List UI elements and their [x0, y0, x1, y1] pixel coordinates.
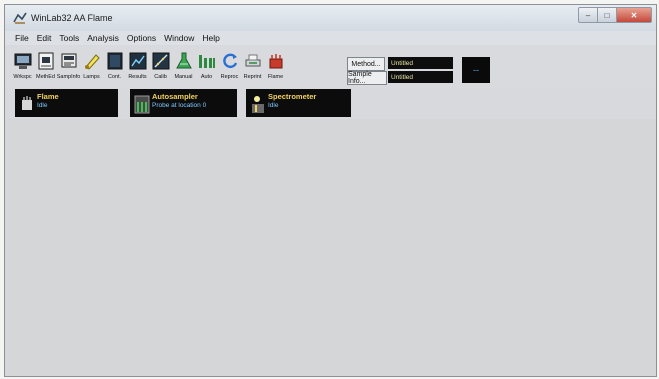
autosampler-status-title: Autosampler: [152, 92, 198, 101]
flame-status-text: Idle: [37, 102, 48, 109]
run-status-box: --: [462, 57, 490, 83]
toolbar: Wrkspc MethEd SampInfo Lamps Cont. Resul…: [5, 46, 656, 88]
lamps-icon: [84, 54, 100, 70]
calibration-icon: [152, 52, 169, 70]
maximize-button[interactable]: □: [598, 7, 617, 23]
window-title: WinLab32 AA Flame: [31, 13, 113, 23]
results-icon: [129, 52, 146, 70]
toolbar-reprint-button[interactable]: Reprint: [241, 50, 264, 86]
toolbar-auto-button[interactable]: Auto: [195, 50, 218, 86]
auto-icon: [198, 55, 215, 68]
toolbar-manual-button[interactable]: Manual: [172, 50, 195, 86]
toolbar-results-label: Results: [128, 74, 147, 80]
spectrometer-icon: [252, 96, 264, 113]
menu-file[interactable]: File: [11, 33, 33, 43]
flame-status-icon: [22, 96, 32, 110]
menu-help[interactable]: Help: [198, 33, 223, 43]
toolbar-auto-label: Auto: [200, 74, 213, 80]
toolbar-workspace-button[interactable]: Wrkspc: [11, 50, 34, 86]
continuous-graphics-icon: [107, 52, 122, 70]
spectrometer-status-panel[interactable]: Spectrometer Idle: [246, 89, 351, 117]
toolbar-calib-label: Calib: [154, 74, 167, 80]
toolbar-lamps-label: Lamps: [83, 74, 100, 80]
toolbar-cont-label: Cont.: [107, 74, 122, 80]
reprint-icon: [245, 54, 260, 67]
window-controls: – □ ✕: [578, 7, 652, 23]
autosampler-icon: [134, 95, 150, 114]
toolbar-method-editor-label: MethEd: [36, 74, 55, 80]
flame-status-title: Flame: [37, 92, 59, 101]
close-button[interactable]: ✕: [617, 7, 652, 23]
flame-status-panel[interactable]: Flame Idle: [15, 89, 118, 117]
menu-window[interactable]: Window: [160, 33, 198, 43]
flame-icon: [269, 54, 282, 69]
workspace-icon: [14, 53, 31, 69]
workspace-area[interactable]: [5, 119, 656, 376]
toolbar-flame-label: Flame: [267, 74, 284, 80]
spectrometer-status-text: Idle: [268, 102, 279, 109]
toolbar-workspace-label: Wrkspc: [13, 74, 32, 80]
toolbar-method-editor-button[interactable]: MethEd: [34, 50, 57, 86]
title-bar[interactable]: WinLab32 AA Flame – □ ✕: [5, 5, 656, 31]
method-editor-icon: [38, 52, 53, 70]
menu-tools[interactable]: Tools: [55, 33, 83, 43]
menu-bar: File Edit Tools Analysis Options Window …: [5, 31, 656, 45]
winlab-app-icon: [13, 12, 27, 24]
spectrometer-status-title: Spectrometer: [268, 92, 317, 101]
autosampler-status-text: Probe at location 0: [152, 102, 207, 109]
app-window: WinLab32 AA Flame – □ ✕ File Edit Tools …: [4, 4, 657, 377]
toolbar-reproc-button[interactable]: Reproc: [218, 50, 241, 86]
toolbar-reproc-label: Reproc: [220, 74, 239, 80]
toolbar-cont-button[interactable]: Cont.: [103, 50, 126, 86]
minimize-button[interactable]: –: [578, 7, 598, 23]
menu-edit[interactable]: Edit: [33, 33, 56, 43]
manual-icon: [175, 52, 192, 69]
toolbar-sample-info-label: SampInfo: [56, 74, 81, 80]
status-panels: Flame Idle Autosampler Probe at location…: [5, 89, 656, 119]
toolbar-sample-info-button[interactable]: SampInfo: [57, 50, 80, 86]
menu-options[interactable]: Options: [123, 33, 160, 43]
sample-info-button[interactable]: Sample Info...: [347, 71, 387, 85]
toolbar-results-button[interactable]: Results: [126, 50, 149, 86]
toolbar-calib-button[interactable]: Calib: [149, 50, 172, 86]
method-name-field: Untitled: [388, 57, 453, 69]
toolbar-manual-label: Manual: [174, 74, 193, 80]
toolbar-buttons: Wrkspc MethEd SampInfo Lamps Cont. Resul…: [11, 50, 287, 86]
method-button[interactable]: Method...: [347, 57, 385, 71]
autosampler-status-panel[interactable]: Autosampler Probe at location 0: [130, 89, 237, 117]
sample-info-icon: [61, 53, 76, 68]
menu-analysis[interactable]: Analysis: [83, 33, 123, 43]
toolbar-lamps-button[interactable]: Lamps: [80, 50, 103, 86]
toolbar-flame-button[interactable]: Flame: [264, 50, 287, 86]
toolbar-reprint-label: Reprint: [243, 74, 262, 80]
reprocess-icon: [222, 53, 237, 69]
sample-info-field: Untitled: [388, 71, 453, 83]
